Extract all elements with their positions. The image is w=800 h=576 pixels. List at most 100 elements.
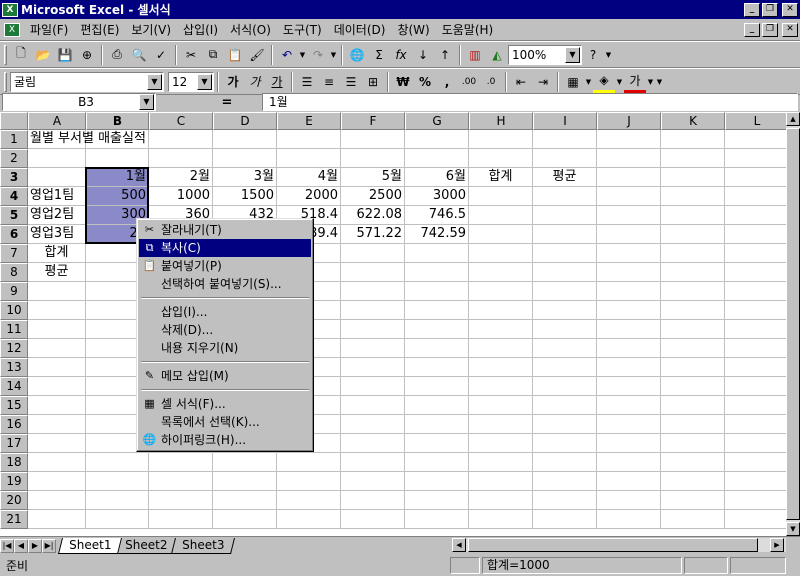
row-header-17[interactable]: 17 [0,434,28,453]
cell[interactable] [469,301,533,320]
bold-button[interactable]: 가 [222,71,244,93]
column-header-c[interactable]: C [149,112,213,130]
cell[interactable] [469,187,533,206]
formula-input[interactable]: 1월 [262,93,798,111]
cell[interactable] [469,320,533,339]
cell[interactable] [725,339,786,358]
sort-ascending-icon[interactable]: ↓ [412,44,434,66]
cell[interactable] [533,263,597,282]
cell[interactable] [405,453,469,472]
merge-center-icon[interactable]: ⊞ [362,71,384,93]
cell[interactable] [725,453,786,472]
cell[interactable] [86,149,149,168]
workbook-icon[interactable]: X [4,22,20,37]
worksheet-grid[interactable]: A B C D E F G H I J K L 1 2 3 4 5 6 7 8 9 10 11 12 13 14 15 16 17 18 1… [0,112,786,536]
fill-color-dropdown-icon[interactable]: ▼ [615,78,624,86]
cell[interactable] [469,282,533,301]
currency-button[interactable]: ₩ [392,71,414,93]
cell[interactable] [28,168,86,187]
cell[interactable] [405,149,469,168]
row-header-15[interactable]: 15 [0,396,28,415]
cell[interactable] [661,206,725,225]
cell[interactable] [405,396,469,415]
cell[interactable] [661,149,725,168]
row-header-7[interactable]: 7 [0,244,28,263]
name-box[interactable]: B3 ▼ [2,93,156,111]
cell[interactable] [725,377,786,396]
cell[interactable] [469,244,533,263]
cell[interactable] [469,472,533,491]
cell[interactable] [277,472,341,491]
cell[interactable] [597,453,661,472]
last-sheet-icon[interactable]: ▶| [42,538,56,553]
cell[interactable] [533,339,597,358]
cell[interactable] [341,434,405,453]
doc-close-button[interactable]: ✕ [782,22,798,37]
cell[interactable] [533,320,597,339]
hscroll-thumb[interactable] [468,538,758,552]
cell[interactable] [213,149,277,168]
cell[interactable] [86,472,149,491]
cell[interactable] [597,168,661,187]
cell[interactable] [405,320,469,339]
borders-icon[interactable]: ▦ [562,71,584,93]
cell[interactable] [277,491,341,510]
cell[interactable] [533,358,597,377]
row-header-8[interactable]: 8 [0,263,28,282]
cell[interactable] [661,491,725,510]
cell[interactable] [533,225,597,244]
cell[interactable] [213,453,277,472]
cell[interactable] [28,358,86,377]
cell[interactable] [661,282,725,301]
cell[interactable] [405,282,469,301]
cell[interactable] [149,510,213,529]
cell[interactable] [533,396,597,415]
cell[interactable] [533,491,597,510]
cell[interactable] [597,282,661,301]
cell[interactable] [725,187,786,206]
cell[interactable] [725,168,786,187]
row-header-3[interactable]: 3 [0,168,28,187]
cell[interactable] [725,282,786,301]
context-menu-item[interactable]: 선택하여 붙여넣기(S)... [139,275,311,293]
cell[interactable] [469,453,533,472]
increase-indent-icon[interactable]: ⇥ [532,71,554,93]
help-icon[interactable]: ? [582,44,604,66]
cell[interactable] [597,491,661,510]
chart-wizard-icon[interactable]: ▥ [464,44,486,66]
close-button[interactable]: ✕ [782,2,798,17]
column-header-f[interactable]: F [341,112,405,130]
cell[interactable] [533,301,597,320]
cell[interactable] [661,168,725,187]
cell[interactable] [469,510,533,529]
context-menu-item[interactable]: ✂ 잘라내기(T) [139,221,311,239]
cell[interactable] [86,491,149,510]
column-header-e[interactable]: E [277,112,341,130]
cell[interactable] [533,434,597,453]
excel-app-icon[interactable]: X [2,2,18,17]
cell[interactable] [149,472,213,491]
menu-insert[interactable]: 삽입(I) [177,21,224,38]
cell[interactable] [341,339,405,358]
cell[interactable] [661,320,725,339]
redo-icon[interactable]: ↷ [307,44,329,66]
percent-button[interactable]: % [414,71,436,93]
sort-descending-icon[interactable]: ↑ [434,44,456,66]
cell[interactable] [725,225,786,244]
cell[interactable] [28,510,86,529]
vertical-scrollbar[interactable]: ▲ ▼ [786,112,800,536]
menu-window[interactable]: 창(W) [391,21,435,38]
cell[interactable] [725,358,786,377]
next-sheet-icon[interactable]: ▶ [28,538,42,553]
decrease-indent-icon[interactable]: ⇤ [510,71,532,93]
sheet-tab-3[interactable]: Sheet3 [170,537,235,554]
cell[interactable] [661,263,725,282]
cell[interactable] [341,130,405,149]
column-header-d[interactable]: D [213,112,277,130]
cell[interactable] [661,187,725,206]
cell[interactable] [661,225,725,244]
cell[interactable] [469,491,533,510]
cell[interactable] [725,491,786,510]
print-icon[interactable]: ⎙ [106,44,128,66]
cell[interactable] [277,149,341,168]
